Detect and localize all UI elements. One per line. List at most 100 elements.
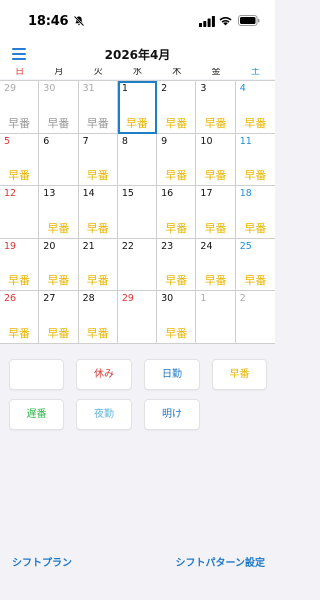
weekday-label: 火 (93, 68, 103, 77)
calendar-day-cell[interactable]: 21 早番 (78, 238, 118, 292)
day-number: 22 (121, 240, 134, 252)
calendar-day-cell[interactable]: 14 早番 (78, 186, 118, 239)
day-number: 30 (43, 83, 56, 94)
calendar-day-cell[interactable]: 24 早番 (196, 238, 236, 292)
calendar-day-cell[interactable]: 30 早番 (39, 81, 79, 134)
calendar-day-cell-selected[interactable]: 1 早番 (117, 81, 158, 134)
shift-panel: 休み 日勤 早番 遅番 夜勤 明け シフトプラン シフトパターン設定 (0, 344, 275, 600)
cellular-signal-icon (199, 16, 215, 27)
day-number: 15 (121, 188, 134, 200)
weekday-label: 日 (15, 68, 25, 77)
after-night-button[interactable]: 明け (144, 399, 200, 430)
calendar-day-cell[interactable]: 29 早番 (0, 81, 40, 134)
calendar-day-cell[interactable]: 6 (39, 133, 79, 187)
shift-label: 早番 (165, 326, 188, 340)
calendar-day-cell[interactable]: 25 早番 (235, 239, 275, 292)
day-number: 29 (4, 83, 17, 94)
calendar-day-cell[interactable]: 23 早番 (157, 238, 197, 292)
nav-bar: 2026年4月 (0, 42, 275, 68)
shift-label: 早番 (244, 116, 267, 130)
month-title: 2026年4月 (104, 48, 171, 62)
calendar-day-cell[interactable]: 2 (235, 291, 275, 344)
calendar-day-cell[interactable]: 2 早番 (157, 81, 197, 134)
day-number: 28 (82, 293, 95, 305)
calendar-day-cell[interactable]: 3 早番 (196, 81, 236, 134)
calendar-grid: 29 早番 30 早番 31 早番 1 早番 2 早番 3 早番 4 早番 5 早番 6 7 早番 8 9 早番 10 早番 1… (0, 80, 275, 344)
day-number: 25 (239, 240, 252, 252)
calendar-day-cell[interactable]: 20 早番 (39, 238, 79, 292)
shift-label: 早番 (165, 169, 188, 183)
late-shift-label: 遅番 (26, 409, 47, 420)
shift-label: 早番 (86, 221, 109, 235)
shift-label: 早番 (47, 221, 70, 235)
shift-label: 早番 (204, 221, 227, 235)
late-shift-button[interactable]: 遅番 (9, 399, 64, 430)
day-number: 24 (200, 240, 213, 252)
shift-label: 早番 (47, 116, 70, 130)
day-number: 9 (161, 135, 168, 147)
shift-label: 早番 (8, 274, 31, 288)
day-number: 17 (200, 188, 213, 200)
calendar-day-cell[interactable]: 8 (117, 133, 158, 187)
calendar-day-cell[interactable]: 13 早番 (39, 186, 79, 239)
calendar-day-cell[interactable]: 1 (196, 291, 236, 344)
calendar-day-cell[interactable]: 18 早番 (235, 186, 275, 239)
calendar-day-cell[interactable]: 27 早番 (39, 291, 79, 344)
shift-label: 早番 (204, 169, 227, 183)
night-shift-button[interactable]: 夜勤 (76, 399, 132, 430)
off-shift-button[interactable]: 休み (76, 359, 132, 390)
day-shift-button[interactable]: 日勤 (144, 359, 200, 390)
blank-shift-button[interactable] (9, 359, 64, 390)
weekday-label: 月 (54, 68, 64, 77)
weekday-label: 水 (132, 68, 142, 77)
day-number: 26 (4, 293, 17, 305)
day-number: 18 (239, 188, 252, 200)
day-number: 27 (43, 293, 56, 305)
day-number: 16 (161, 188, 174, 200)
calendar-day-cell[interactable]: 10 早番 (196, 133, 236, 187)
shift-label: 早番 (165, 116, 188, 130)
calendar-day-cell[interactable]: 17 早番 (196, 186, 236, 239)
calendar-day-cell[interactable]: 5 早番 (0, 133, 40, 187)
day-number: 10 (200, 135, 213, 147)
shift-pattern-settings-link[interactable]: シフトパターン設定 (176, 554, 266, 569)
shift-label: 早番 (244, 221, 267, 235)
calendar-day-cell[interactable]: 19 早番 (0, 238, 40, 292)
day-number: 6 (43, 135, 50, 147)
calendar-day-cell[interactable]: 30 早番 (157, 291, 197, 344)
shift-label: 早番 (47, 326, 70, 340)
calendar-day-cell[interactable]: 16 早番 (157, 186, 197, 239)
shift-label: 早番 (86, 274, 109, 288)
bell-slash-icon (73, 15, 85, 27)
calendar-day-cell[interactable]: 15 (117, 186, 158, 239)
shift-label: 早番 (244, 169, 267, 183)
calendar-day-cell[interactable]: 22 (117, 238, 158, 292)
early-shift-button[interactable]: 早番 (212, 359, 267, 390)
calendar-day-cell[interactable]: 12 (0, 186, 40, 239)
calendar-day-cell[interactable]: 9 早番 (157, 133, 197, 187)
calendar-day-cell[interactable]: 11 早番 (235, 134, 275, 187)
calendar-day-cell[interactable]: 31 早番 (78, 81, 118, 134)
day-number: 5 (4, 135, 11, 147)
calendar-day-cell[interactable]: 26 早番 (0, 291, 40, 344)
shift-plan-link[interactable]: シフトプラン (12, 554, 72, 569)
weekday-label: 金 (211, 68, 221, 77)
weekday-header: 日月火水木金土 (0, 68, 275, 79)
calendar-day-cell[interactable]: 29 (117, 291, 158, 344)
early-shift-label: 早番 (229, 369, 250, 380)
weekday-label: 土 (250, 68, 260, 77)
calendar-day-cell[interactable]: 7 早番 (78, 133, 118, 187)
shift-label: 早番 (244, 274, 267, 288)
day-shift-label: 日勤 (162, 369, 182, 380)
calendar-day-cell[interactable]: 28 早番 (78, 291, 118, 344)
shift-label: 早番 (8, 326, 31, 340)
battery-icon (238, 15, 260, 26)
status-time: 18:46 (28, 14, 69, 29)
calendar-day-cell[interactable]: 4 早番 (235, 81, 275, 134)
shift-label: 早番 (8, 116, 31, 130)
day-number: 30 (161, 293, 174, 305)
night-shift-label: 夜勤 (94, 409, 114, 420)
day-number: 12 (4, 188, 17, 200)
day-number: 2 (161, 83, 168, 94)
day-number: 20 (43, 240, 56, 252)
